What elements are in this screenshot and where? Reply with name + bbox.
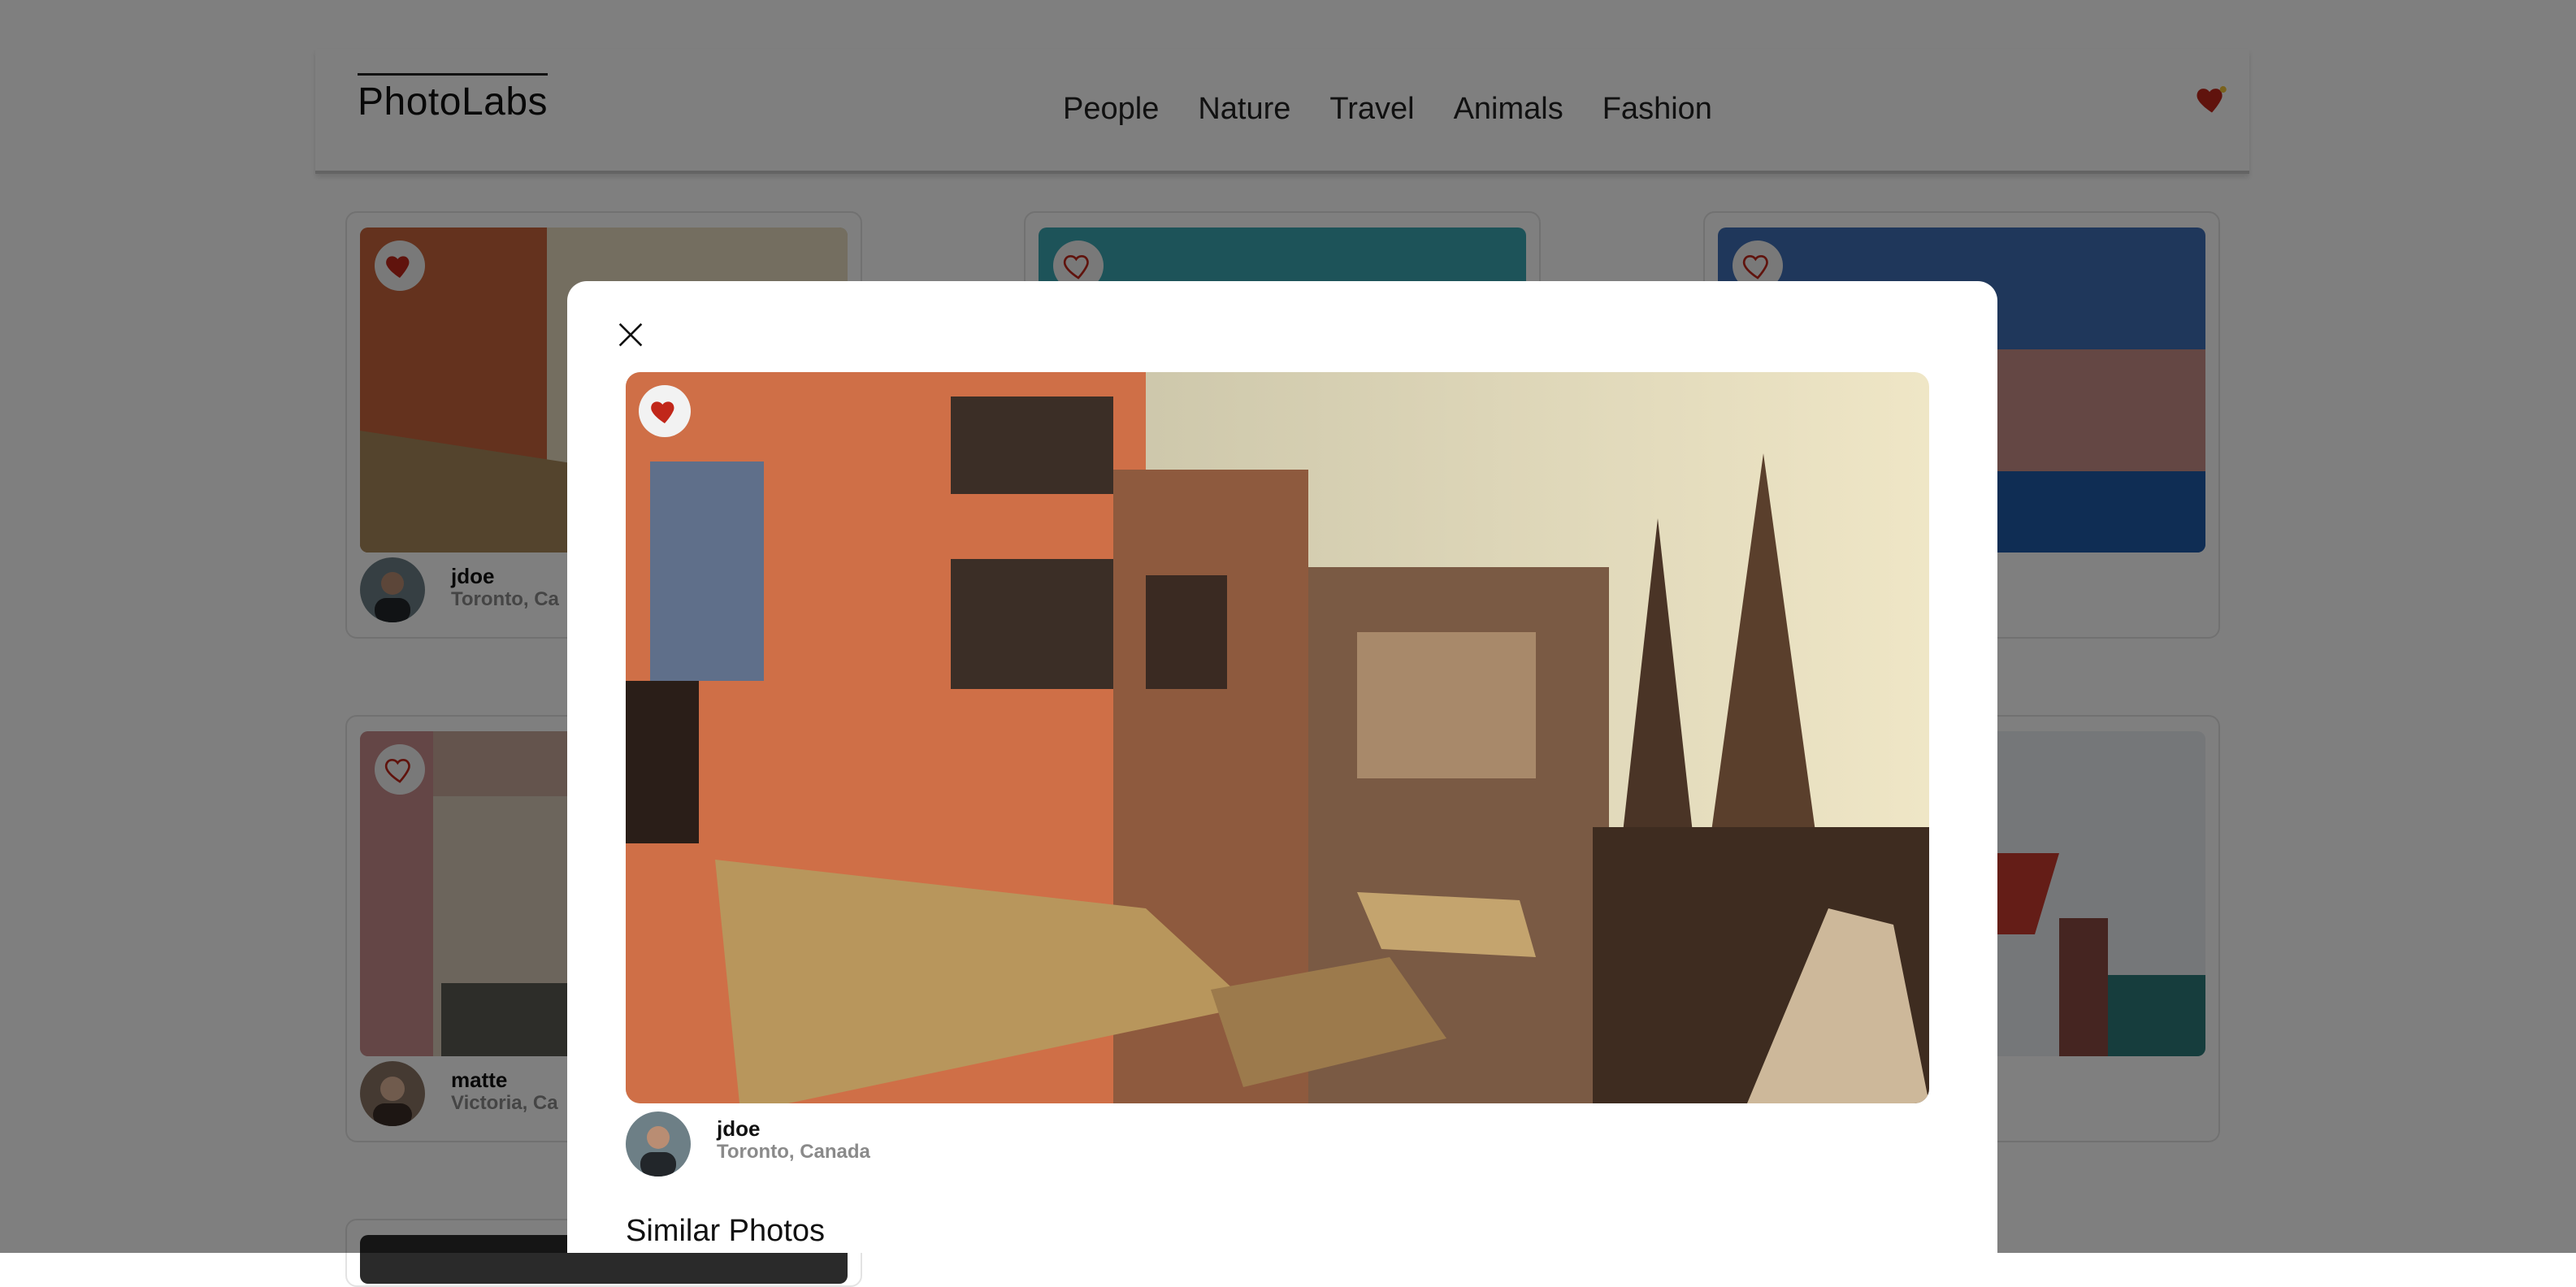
similar-photos-heading: Similar Photos [626, 1214, 825, 1248]
close-button[interactable] [606, 310, 655, 359]
close-icon [618, 323, 643, 347]
avatar [626, 1112, 691, 1176]
username: jdoe [717, 1116, 761, 1141]
main-photo [626, 372, 1929, 1103]
user-location: Toronto, Canada [717, 1141, 870, 1163]
photolabs-page: PhotoLabs People Nature Travel Animals F… [0, 0, 2576, 1287]
favorite-button[interactable] [639, 385, 691, 437]
heart-icon [651, 401, 674, 423]
photo-details-modal: jdoe Toronto, Canada Similar Photos [567, 281, 1997, 1253]
